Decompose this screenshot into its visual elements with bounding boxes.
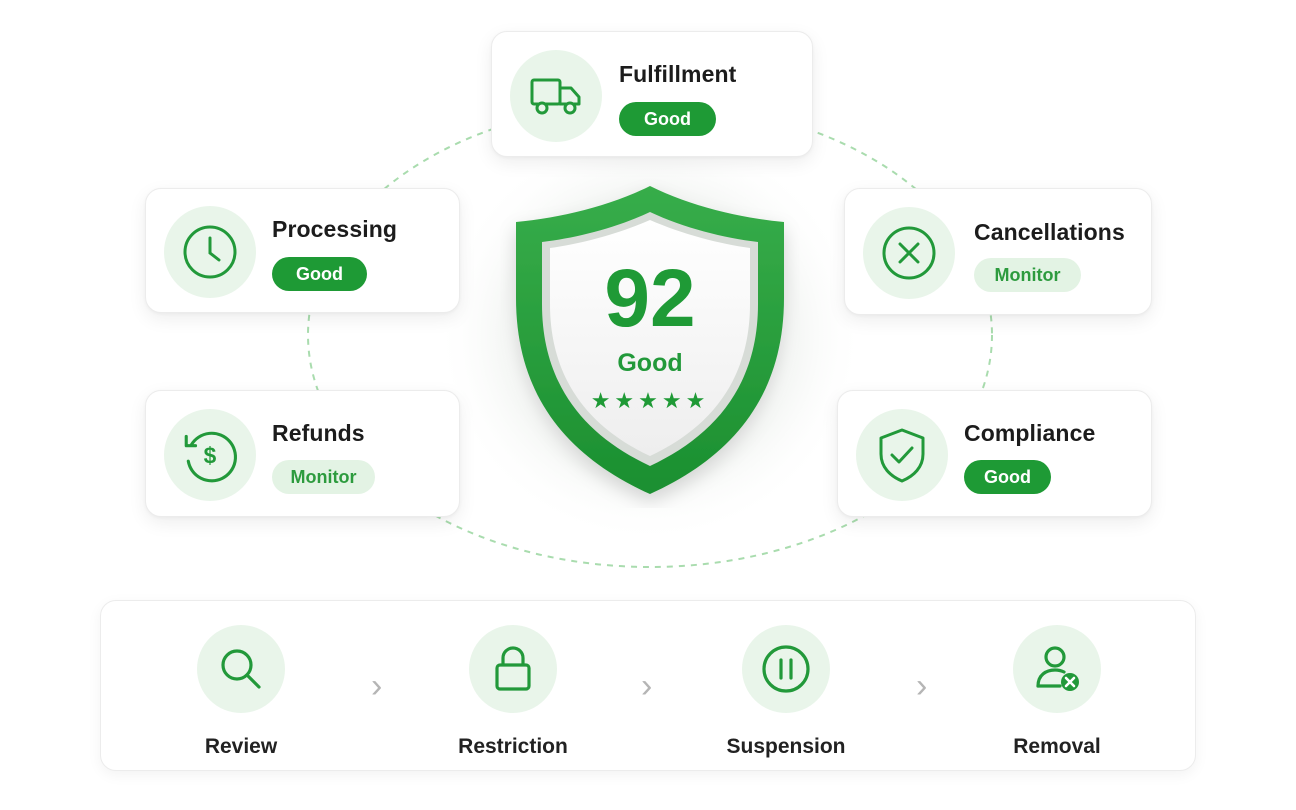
step-removal[interactable]: Removal (957, 625, 1157, 759)
truck-icon (510, 50, 602, 142)
user-remove-icon (1013, 625, 1101, 713)
svg-text:$: $ (204, 442, 217, 468)
chevron-right-icon: › (641, 667, 653, 705)
refund-dollar-icon: $ (164, 409, 256, 501)
chevron-right-icon: › (371, 667, 383, 705)
lock-icon (469, 625, 557, 713)
score-label: Good (617, 349, 683, 377)
status-badge: Good (272, 257, 367, 291)
step-label: Restriction (458, 735, 568, 758)
card-title: Compliance (964, 420, 1096, 446)
step-review[interactable]: Review (141, 625, 341, 759)
clock-icon (164, 206, 256, 298)
step-label: Review (204, 735, 278, 758)
step-label: Suspension (726, 735, 846, 758)
card-fulfillment[interactable]: Fulfillment Good (491, 31, 813, 157)
card-processing[interactable]: Processing Good (145, 188, 460, 313)
card-cancellations[interactable]: Cancellations Monitor (844, 188, 1152, 315)
step-label: Removal (1013, 735, 1101, 758)
score-shield: 92 Good ★★★★★ (500, 178, 800, 508)
status-badge: Monitor (272, 460, 375, 494)
chevron-right-icon: › (916, 667, 928, 705)
status-badge: Monitor (974, 258, 1081, 292)
status-badge: Good (619, 102, 716, 136)
score-value: 92 (604, 253, 696, 344)
x-circle-icon (863, 207, 955, 299)
card-title: Fulfillment (619, 61, 737, 87)
card-refunds[interactable]: $ Refunds Monitor (145, 390, 460, 517)
search-icon (197, 625, 285, 713)
step-restriction[interactable]: Restriction (413, 625, 613, 759)
escalation-steps: Review › Restriction › Suspension › Remo… (100, 600, 1196, 771)
status-badge: Good (964, 460, 1051, 494)
shield-check-icon (856, 409, 948, 501)
pause-icon (742, 625, 830, 713)
card-title: Cancellations (974, 219, 1125, 245)
card-title: Processing (272, 216, 397, 242)
card-compliance[interactable]: Compliance Good (837, 390, 1152, 517)
card-title: Refunds (272, 420, 365, 446)
rating-stars: ★★★★★ (590, 388, 710, 413)
step-suspension[interactable]: Suspension (686, 625, 886, 759)
